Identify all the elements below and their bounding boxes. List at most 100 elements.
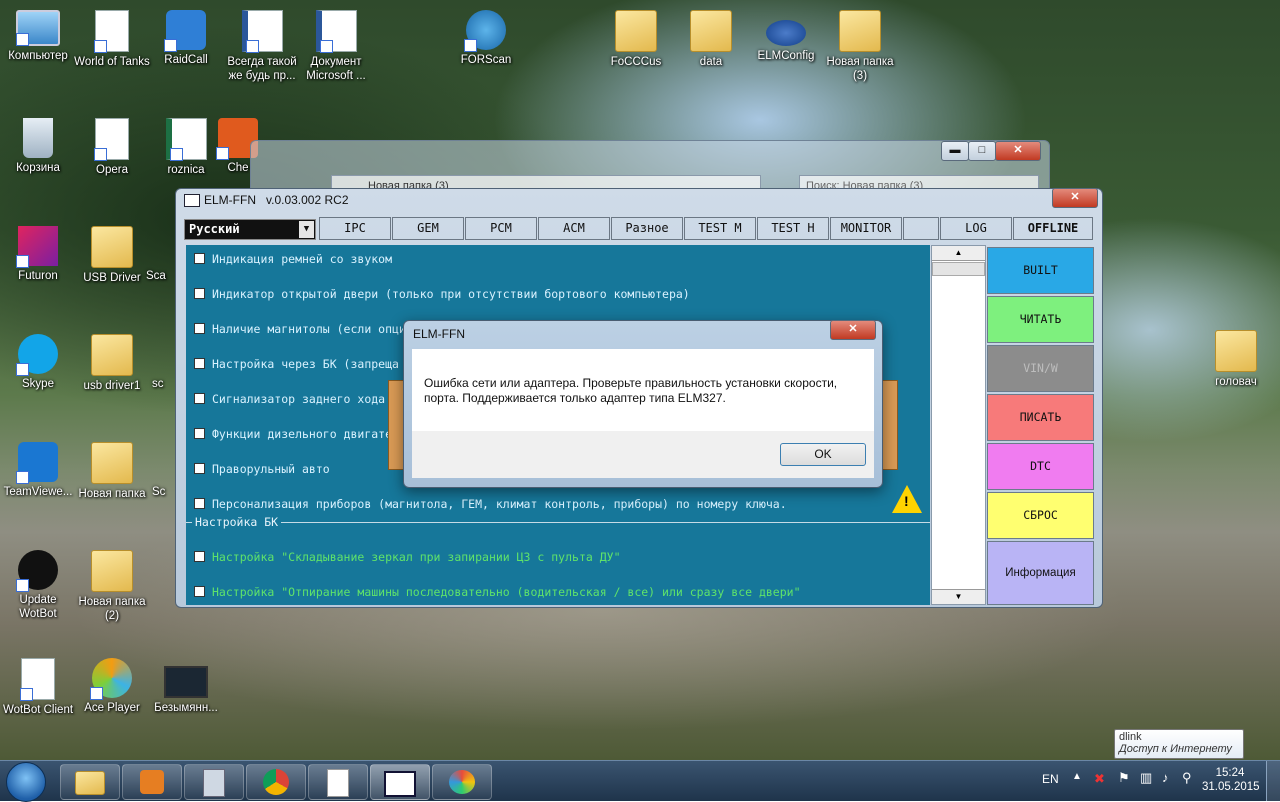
option-radio-present[interactable]: Наличие магнитолы (если опци — [194, 322, 406, 336]
checkbox[interactable] — [194, 551, 205, 562]
tab-test-m[interactable]: TEST M — [684, 217, 756, 240]
desktop-icon-new-folder[interactable]: Новая папка — [74, 442, 150, 501]
language-select[interactable]: Русский ▼ — [184, 219, 316, 240]
taskbar-media-player[interactable] — [122, 764, 182, 800]
taskbar-calculator[interactable] — [184, 764, 244, 800]
ok-button[interactable]: OK — [780, 443, 866, 466]
desktop-icon-sc-1[interactable]: sc — [152, 334, 176, 391]
taskbar-elm-ffn[interactable] — [370, 764, 430, 800]
tab-gem[interactable]: GEM — [392, 217, 464, 240]
options-scrollbar[interactable]: ▲ ▼ — [931, 245, 986, 605]
taskbar-paint[interactable] — [432, 764, 492, 800]
option-mirror-fold[interactable]: Настройка "Складывание зеркал при запира… — [194, 550, 621, 564]
error-dialog[interactable]: ELM-FFN ✕ Ошибка сети или адаптера. Пров… — [403, 320, 883, 488]
option-door-open-indicator[interactable]: Индикатор открытой двери (только при отс… — [194, 287, 690, 301]
tab-pcm[interactable]: PCM — [465, 217, 537, 240]
desktop-icon-opera[interactable]: Opera — [74, 118, 150, 177]
desktop-icon-foccus[interactable]: FoCCCus — [598, 10, 674, 69]
scroll-thumb[interactable] — [932, 262, 985, 276]
desktop-icon-raidcall[interactable]: RaidCall — [148, 10, 224, 67]
tab-ipc[interactable]: IPC — [319, 217, 391, 240]
scroll-down-icon[interactable]: ▼ — [932, 589, 985, 604]
recycle-bin-icon — [23, 118, 53, 158]
network-error-icon[interactable]: ✖ — [1094, 771, 1105, 787]
desktop-icon-usb-driver[interactable]: USB Driver — [74, 226, 150, 285]
desktop-icon-teamviewer[interactable]: TeamViewe... — [0, 442, 76, 499]
flag-icon[interactable]: ⚑ — [1118, 770, 1130, 786]
option-reverse-signal[interactable]: Сигнализатор заднего хода — [194, 392, 385, 406]
chevron-down-icon[interactable]: ▼ — [299, 221, 314, 238]
reset-button[interactable]: СБРОС — [987, 492, 1094, 539]
desktop-icon-update-wotbot[interactable]: Update WotBot — [0, 550, 76, 621]
volume-icon[interactable]: ♪ — [1162, 770, 1169, 785]
scroll-up-icon[interactable]: ▲ — [932, 246, 985, 261]
option-personalization[interactable]: Персонализация приборов (магнитола, ГЕМ,… — [194, 497, 787, 511]
tab-misc[interactable]: Разное — [611, 217, 683, 240]
desktop-icon-golovach[interactable]: головач — [1198, 330, 1274, 389]
tab-log[interactable]: LOG — [940, 217, 1012, 240]
tray-expand-icon[interactable]: ▲ — [1072, 771, 1082, 782]
clock[interactable]: 15:24 31.05.2015 — [1202, 766, 1260, 794]
desktop-icon-computer[interactable]: Компьютер — [0, 10, 76, 63]
explorer-maximize-button[interactable]: □ — [968, 141, 996, 161]
desktop-icon-recycle-bin[interactable]: Корзина — [0, 118, 76, 175]
desktop-icon-new-folder-3[interactable]: Новая папка (3) — [822, 10, 898, 83]
tab-test-h[interactable]: TEST H — [757, 217, 829, 240]
app-close-button[interactable]: ✕ — [1052, 188, 1098, 208]
taskbar-document[interactable] — [308, 764, 368, 800]
checkbox[interactable] — [194, 323, 205, 334]
desktop-icon-futuron[interactable]: Futuron — [0, 226, 76, 283]
desktop-icon-forscan[interactable]: FORScan — [448, 10, 524, 67]
start-button[interactable] — [6, 762, 46, 802]
option-diesel-functions[interactable]: Функции дизельного двигате — [194, 427, 392, 441]
clock-time: 15:24 — [1215, 767, 1245, 779]
vin-w-button[interactable]: VIN/W — [987, 345, 1094, 392]
input-language[interactable]: EN — [1042, 772, 1059, 786]
desktop-icon-roznica[interactable]: roznica — [148, 118, 224, 177]
option-bk-setup[interactable]: Настройка через БК (запреща — [194, 357, 399, 371]
checkbox[interactable] — [194, 253, 205, 264]
desktop-icon-elmconfig[interactable]: ELMConfig — [748, 10, 824, 63]
show-desktop-button[interactable] — [1266, 761, 1280, 801]
desktop-icon-document-1[interactable]: Всегда такой же будь пр... — [224, 10, 300, 83]
checkbox[interactable] — [194, 586, 205, 597]
checkbox[interactable] — [194, 358, 205, 369]
dialog-close-button[interactable]: ✕ — [830, 320, 876, 340]
option-unlock-sequence[interactable]: Настройка "Отпирание машины последовател… — [194, 585, 801, 599]
desktop-icon-data[interactable]: data — [673, 10, 749, 69]
desktop-icon-skype[interactable]: Skype — [0, 334, 76, 391]
read-button[interactable]: ЧИТАТЬ — [987, 296, 1094, 343]
option-seatbelt-sound[interactable]: Индикация ремней со звуком — [194, 252, 392, 266]
tab-offline[interactable]: OFFLINE — [1013, 217, 1093, 240]
desktop-icon-new-folder-2[interactable]: Новая папка (2) — [74, 550, 150, 623]
explorer-minimize-button[interactable]: ▬ — [941, 141, 969, 161]
explorer-close-button[interactable]: ✕ — [995, 141, 1041, 161]
taskbar-chrome[interactable] — [246, 764, 306, 800]
tab-acm[interactable]: ACM — [538, 217, 610, 240]
checkbox[interactable] — [194, 428, 205, 439]
clock-date: 31.05.2015 — [1202, 781, 1260, 793]
desktop-icon-sc-2[interactable]: Sc — [152, 442, 176, 499]
write-button[interactable]: ПИСАТЬ — [987, 394, 1094, 441]
tab-blank[interactable] — [903, 217, 939, 240]
built-button[interactable]: BUILT — [987, 247, 1094, 294]
checkbox[interactable] — [194, 463, 205, 474]
checkbox[interactable] — [194, 393, 205, 404]
desktop-icon-ace-player[interactable]: Ace Player — [74, 658, 150, 715]
desktop-icon-document-2[interactable]: Документ Microsoft ... — [298, 10, 374, 83]
option-right-hand-drive[interactable]: Праворульный авто — [194, 462, 330, 476]
network-icon[interactable]: ▥ — [1140, 770, 1152, 786]
desktop-icon-video[interactable]: Безымянн... — [148, 658, 224, 715]
info-button[interactable]: Информация — [987, 541, 1094, 605]
desktop-icon-world-of-tanks[interactable]: World of Tanks — [74, 10, 150, 69]
desktop-icon-label: Futuron — [18, 270, 58, 282]
checkbox[interactable] — [194, 288, 205, 299]
desktop-icon-usb-driver1[interactable]: usb driver1 — [74, 334, 150, 393]
desktop-icon-sca[interactable]: Sca — [146, 226, 176, 283]
taskbar-explorer[interactable] — [60, 764, 120, 800]
checkbox[interactable] — [194, 498, 205, 509]
tab-monitor[interactable]: MONITOR — [830, 217, 902, 240]
desktop-icon-wotbot-client[interactable]: WotBot Client — [0, 658, 76, 717]
dtc-button[interactable]: DTC — [987, 443, 1094, 490]
usb-icon[interactable]: ⚲ — [1182, 770, 1192, 786]
